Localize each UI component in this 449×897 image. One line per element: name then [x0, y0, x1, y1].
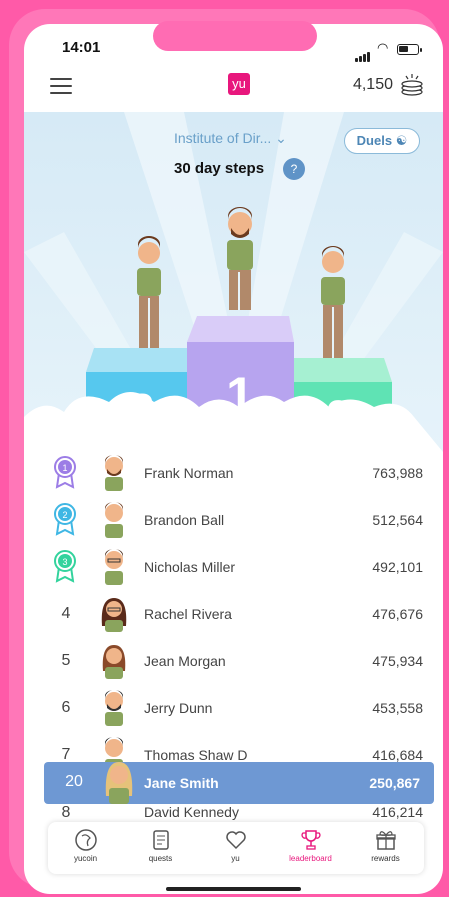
duels-button[interactable]: Duels ☯	[344, 128, 420, 154]
challenge-title: 30 day steps	[174, 160, 265, 177]
player-name: Jerry Dunn	[144, 700, 213, 716]
top-bar: yu 4,150	[24, 68, 443, 112]
duels-icon: ☯	[395, 133, 408, 148]
leaderboard-row[interactable]: 1 Frank Norman 763,988	[24, 452, 443, 498]
chevron-down-icon: ⌄	[275, 130, 287, 146]
player-score: 453,558	[372, 700, 423, 716]
coin-balance: 4,150	[352, 76, 393, 93]
notch	[153, 21, 317, 51]
player-rank: 6	[61, 699, 71, 716]
player-name: Nicholas Miller	[144, 559, 236, 575]
gift-icon	[375, 831, 396, 850]
bottom-tab-bar: yucoin quests yu leaderboard rewards	[48, 822, 424, 874]
phone-frame: 14:01 ◠ yu 4,150 1 Institute of Dir... ⌄…	[9, 9, 443, 894]
avatar	[105, 690, 123, 726]
current-user-name: Jane Smith	[144, 775, 219, 791]
player-name: Brandon Ball	[144, 512, 225, 528]
player-name: David Kennedy	[144, 804, 239, 820]
player-score: 416,214	[372, 804, 423, 820]
coin-icon	[74, 829, 97, 851]
podium-hero: 1 2 3	[24, 112, 443, 452]
leaderboard-row[interactable]: 3 Nicholas Miller 492,101	[24, 546, 443, 592]
avatar	[105, 455, 123, 491]
leaderboard-row[interactable]: 4 Rachel Rivera 476,676	[24, 593, 443, 639]
app-screen: 14:01 ◠ yu 4,150 1 Institute of Dir... ⌄…	[24, 24, 443, 894]
app-logo: yu	[228, 73, 250, 95]
tab-label: yu	[231, 854, 240, 863]
player-name: Rachel Rivera	[144, 606, 232, 622]
group-dropdown-label: Institute of Dir...	[174, 130, 272, 146]
player-score: 763,988	[372, 465, 423, 481]
avatar	[102, 645, 126, 679]
group-dropdown[interactable]: Institute of Dir... ⌄	[174, 130, 287, 147]
medal-rank: 3	[62, 557, 67, 567]
leaderboard-row[interactable]: 2 Brandon Ball 512,564	[24, 499, 443, 545]
player-score: 476,676	[372, 606, 423, 622]
player-name: Thomas Shaw D	[144, 747, 248, 763]
avatar	[105, 762, 133, 804]
current-user-row[interactable]: 20 Jane Smith 250,867	[44, 762, 434, 804]
blue-medal-icon: 2	[54, 503, 76, 536]
tab-label: yucoin	[73, 854, 98, 863]
purple-medal-icon: 1	[54, 456, 76, 489]
tab-leaderboard[interactable]: leaderboard	[273, 822, 348, 874]
green-medal-icon: 3	[54, 550, 76, 583]
leaderboard-row[interactable]: 5 Jean Morgan 475,934	[24, 640, 443, 686]
duels-label: Duels	[356, 133, 393, 148]
status-time: 14:01	[62, 39, 101, 56]
scroll-icon	[152, 830, 169, 850]
current-user-rank: 20	[65, 773, 83, 790]
battery-icon	[397, 44, 422, 55]
first-place-character	[227, 207, 253, 310]
player-score: 416,684	[372, 747, 423, 763]
second-place-character	[137, 236, 161, 348]
wifi-icon: ◠	[377, 40, 389, 55]
medal-rank: 1	[62, 463, 67, 473]
tab-yucoin[interactable]: yucoin	[48, 822, 123, 874]
avatar	[101, 598, 127, 632]
current-user-score: 250,867	[369, 775, 420, 791]
player-name: Jean Morgan	[144, 653, 226, 669]
player-rank: 8	[61, 804, 71, 821]
third-place-character	[321, 246, 345, 358]
player-rank: 4	[61, 605, 71, 622]
tab-label: leaderboard	[289, 854, 332, 863]
tab-quests[interactable]: quests	[123, 822, 198, 874]
signal-icon	[355, 44, 371, 62]
player-score: 492,101	[372, 559, 423, 575]
tab-rewards[interactable]: rewards	[348, 822, 423, 874]
home-indicator	[166, 887, 301, 891]
medal-rank: 2	[62, 510, 67, 520]
player-score: 475,934	[372, 653, 423, 669]
leaderboard-row[interactable]: 6 Jerry Dunn 453,558	[24, 687, 443, 733]
hamburger-menu-icon[interactable]	[50, 78, 72, 94]
avatar	[105, 549, 123, 585]
player-rank: 5	[61, 652, 71, 669]
heart-icon	[225, 831, 246, 850]
avatar	[105, 502, 123, 538]
trophy-icon	[300, 830, 321, 850]
tab-label: rewards	[371, 854, 400, 863]
tab-label: quests	[148, 854, 173, 863]
help-button[interactable]: ?	[283, 158, 305, 180]
tab-yu[interactable]: yu	[198, 822, 273, 874]
coin-stack-icon[interactable]	[399, 74, 425, 96]
player-name: Frank Norman	[144, 465, 234, 481]
player-score: 512,564	[372, 512, 423, 528]
